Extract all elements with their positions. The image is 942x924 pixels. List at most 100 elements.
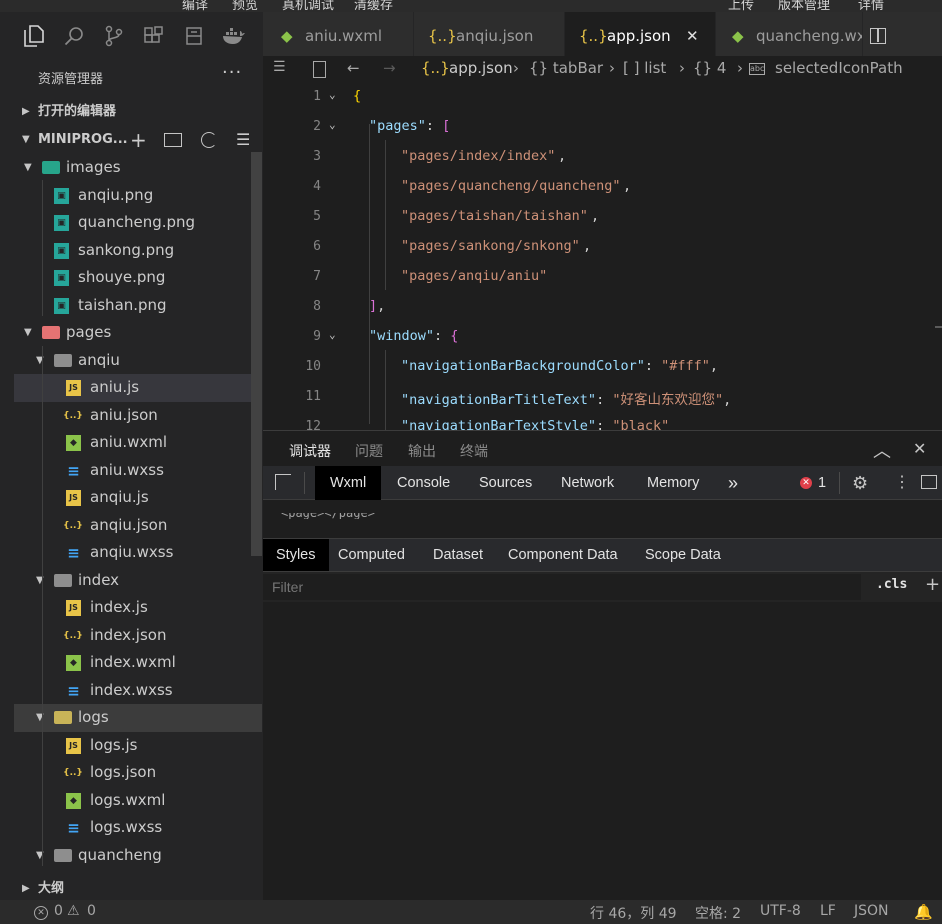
inspect-element-icon[interactable] (275, 474, 291, 490)
tree-file[interactable]: JS index.js (14, 594, 262, 622)
tab-computed[interactable]: Computed (338, 539, 405, 571)
close-icon[interactable]: ✕ (913, 439, 926, 458)
indentation[interactable]: 空格: 2 (695, 903, 741, 923)
breadcrumb-item[interactable]: selectedIconPath (775, 59, 903, 77)
tree-file[interactable]: ≡ index.wxss (14, 677, 262, 705)
forward-arrow-icon[interactable]: → (383, 59, 396, 77)
close-icon[interactable]: ✕ (686, 12, 699, 60)
language-mode[interactable]: JSON (854, 903, 889, 919)
fold-chevron-icon[interactable]: ⌄ (329, 118, 336, 131)
tree-file[interactable]: ▣ shouye.png (14, 264, 262, 292)
tab-anqiu-json[interactable]: {..} anqiu.json (414, 12, 565, 60)
new-style-rule-icon[interactable]: + (925, 574, 940, 595)
breadcrumb-item[interactable]: [ ] list (623, 59, 666, 77)
menu-upload[interactable]: 上传 (728, 0, 754, 12)
styles-filter-input[interactable] (263, 574, 861, 600)
devtools-tab-memory[interactable]: Memory (647, 466, 699, 500)
chevron-up-icon[interactable]: ︿ (873, 437, 891, 463)
tree-file[interactable]: ▣ quancheng.png (14, 209, 262, 237)
tree-file[interactable]: JS aniu.js (14, 374, 262, 402)
tree-file[interactable]: JS anqiu.js (14, 484, 262, 512)
more-vertical-icon[interactable]: ⋮ (894, 466, 910, 500)
tree-file[interactable]: ▣ anqiu.png (14, 182, 262, 210)
tab-dataset[interactable]: Dataset (433, 539, 483, 571)
bookmark-icon[interactable] (313, 61, 326, 78)
sidebar-scrollbar[interactable] (251, 152, 262, 556)
tree-folder[interactable]: ▼ images (14, 154, 262, 182)
tree-file[interactable]: ◆ aniu.wxml (14, 429, 262, 457)
bell-icon[interactable]: 🔔 (914, 903, 933, 921)
cls-toggle[interactable]: .cls (876, 577, 907, 592)
docker-icon[interactable] (222, 24, 246, 48)
menu-compile[interactable]: 编译 (182, 0, 208, 12)
breadcrumb-file[interactable]: app.json (449, 59, 513, 77)
tree-file[interactable]: ▣ sankong.png (14, 237, 262, 265)
new-file-icon[interactable]: + (130, 127, 147, 153)
tree-file[interactable]: ≡ logs.wxss (14, 814, 262, 842)
open-editors-section[interactable]: ▶ 打开的编辑器 (0, 99, 263, 125)
warning-icon[interactable]: ⚠ (67, 903, 80, 919)
devtools-tab-wxml[interactable]: Wxml (315, 466, 382, 500)
tree-file[interactable]: ≡ anqiu.wxss (14, 539, 262, 567)
tree-folder[interactable]: ▼ index (14, 567, 262, 595)
dock-side-icon[interactable] (921, 475, 937, 489)
source-control-icon[interactable] (102, 24, 126, 48)
wxml-tree-node[interactable]: <page></page> (281, 513, 375, 519)
tree-folder[interactable]: ▼ quancheng (14, 842, 262, 870)
menu-version[interactable]: 版本管理 (778, 0, 830, 12)
tree-file[interactable]: {..} anqiu.json (14, 512, 262, 540)
tree-file[interactable]: ▣ taishan.png (14, 292, 262, 320)
tab-aniu-wxml[interactable]: ◆ aniu.wxml (263, 12, 414, 60)
collapse-all-icon[interactable]: ☰ (236, 127, 250, 153)
tab-terminal[interactable]: 终端 (460, 441, 488, 461)
tab-component-data[interactable]: Component Data (508, 539, 618, 571)
tab-app-json[interactable]: {..} app.json ✕ (565, 12, 716, 60)
outline-section[interactable]: ▶ 大纲 (0, 876, 263, 902)
tree-file[interactable]: ≡ aniu.wxss (14, 457, 262, 485)
fold-chevron-icon[interactable]: ⌄ (329, 88, 336, 101)
warning-count[interactable]: 0 (87, 903, 96, 919)
devtools-tab-console[interactable]: Console (397, 466, 450, 500)
breadcrumb-item[interactable]: {} 4 (693, 59, 726, 77)
breadcrumb-item[interactable]: {} tabBar (529, 59, 603, 77)
menu-remote-debug[interactable]: 真机调试 (282, 0, 334, 12)
tab-quancheng-wxml[interactable]: ◆ quancheng.wx (716, 12, 863, 60)
project-section[interactable]: ▼ MINIPROG... + ☰ (0, 127, 263, 153)
settings-gear-icon[interactable]: ⚙ (852, 466, 868, 500)
menu-preview[interactable]: 预览 (232, 0, 258, 12)
tab-styles[interactable]: Styles (263, 539, 329, 571)
encoding[interactable]: UTF-8 (760, 903, 801, 919)
menu-details[interactable]: 详情 (858, 0, 884, 12)
database-icon[interactable] (182, 24, 206, 48)
tab-output[interactable]: 输出 (408, 441, 436, 461)
list-icon[interactable]: ☰ (273, 59, 286, 75)
line-ending[interactable]: LF (820, 903, 836, 919)
tree-file[interactable]: JS logs.js (14, 732, 262, 760)
tree-file[interactable]: {..} aniu.json (14, 402, 262, 430)
more-actions-icon[interactable]: ··· (222, 62, 242, 83)
more-tabs-icon[interactable]: » (728, 466, 738, 500)
refresh-icon[interactable] (201, 132, 217, 148)
error-count[interactable]: 1 (818, 466, 826, 500)
tab-scope-data[interactable]: Scope Data (645, 539, 721, 571)
devtools-tab-network[interactable]: Network (561, 466, 614, 500)
tab-debugger[interactable]: 调试器 (289, 441, 331, 461)
tree-folder[interactable]: ▼ anqiu (14, 347, 262, 375)
menu-clear-cache[interactable]: 清缓存 (354, 0, 393, 12)
code-editor[interactable]: 1 ⌄ { 2 ⌄ "pages": [ 3 "pages/index/inde… (263, 84, 942, 430)
search-icon[interactable] (62, 24, 86, 48)
tree-file[interactable]: ◆ logs.wxml (14, 787, 262, 815)
files-icon[interactable] (22, 24, 46, 48)
tree-file[interactable]: {..} logs.json (14, 759, 262, 787)
split-editor-icon[interactable] (870, 28, 886, 44)
tree-file[interactable]: {..} index.json (14, 622, 262, 650)
fold-chevron-icon[interactable]: ⌄ (329, 328, 336, 341)
new-folder-icon[interactable] (164, 133, 182, 147)
tree-file[interactable]: ◆ index.wxml (14, 649, 262, 677)
error-icon[interactable]: ✕ (34, 906, 48, 920)
chevron-down-icon[interactable]: ▼ (24, 319, 32, 347)
tree-folder[interactable]: ▼ logs (14, 704, 262, 732)
tree-folder[interactable]: ▼ pages (14, 319, 262, 347)
error-count[interactable]: 0 (54, 903, 63, 919)
devtools-tab-sources[interactable]: Sources (479, 466, 532, 500)
